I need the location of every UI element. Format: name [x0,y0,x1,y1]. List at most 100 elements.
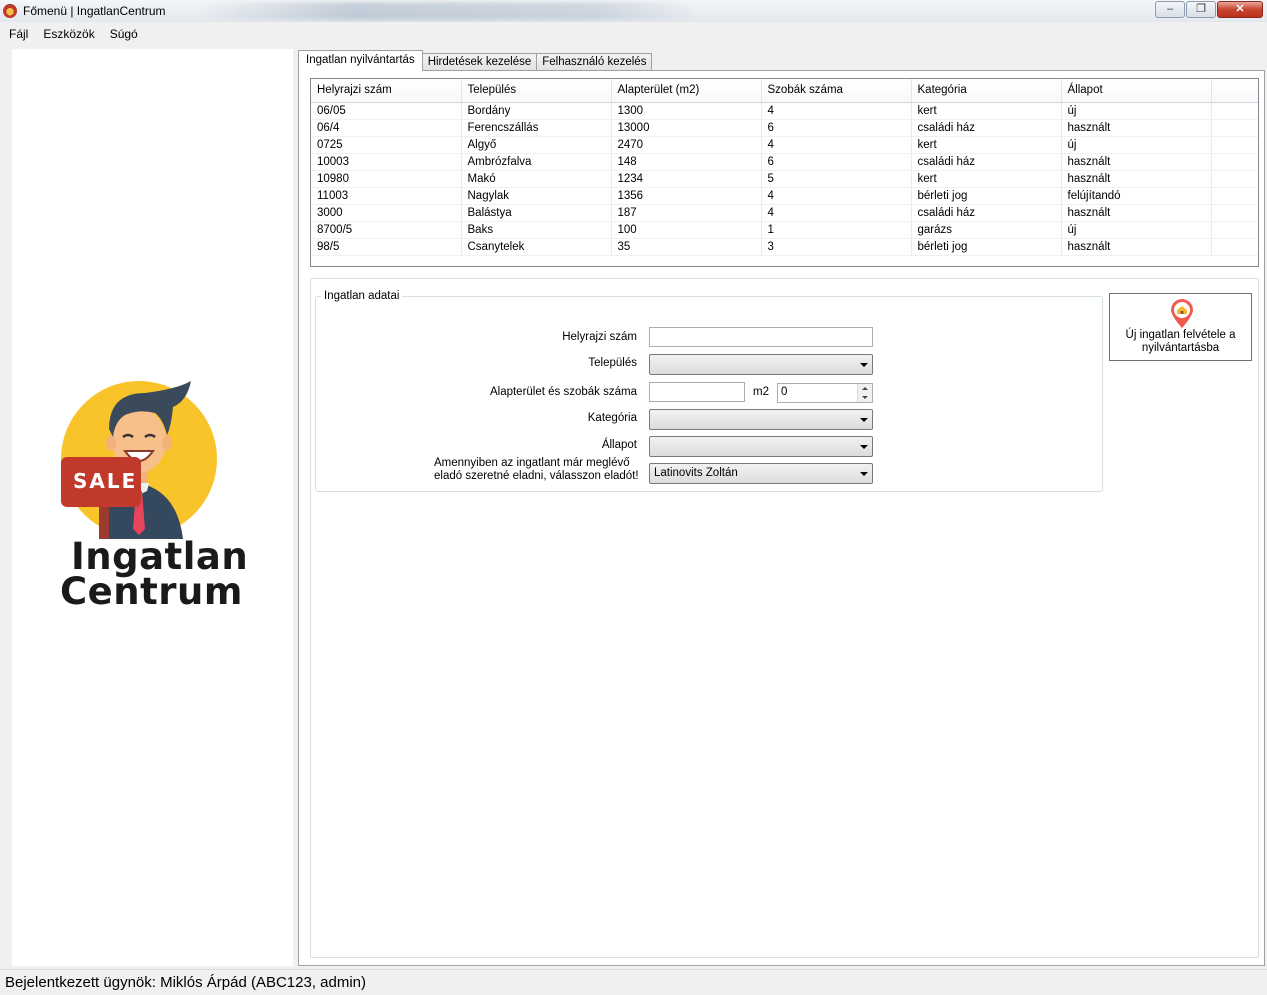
lot-number-input[interactable] [649,327,873,347]
sale-badge-text: SALE [73,469,138,493]
table-row[interactable]: 06/4 Ferencszállás 13000 6 családi ház haszná… [311,119,1258,137]
table-cell: új [1061,102,1212,120]
grid-body: 06/05 Bordány 1300 4 kert új 06/4 Ferencszállás… [311,102,1258,256]
settlement-combo[interactable] [649,354,873,375]
table-cell: 4 [761,187,912,205]
table-cell: garázs [911,221,1062,239]
table-row[interactable]: 3000 Balástya 187 4 családi ház használt [311,204,1258,222]
tab-property-registry[interactable]: Ingatlan nyilvántartás [298,50,423,71]
table-cell-filler [1211,102,1258,120]
rooms-stepper[interactable]: 0 [777,383,873,403]
minimize-button[interactable]: – [1155,1,1185,18]
close-button[interactable]: ✕ [1217,1,1263,18]
table-row[interactable]: 8700/5 Baks 100 1 garázs új [311,221,1258,239]
table-cell: 100 [611,221,762,239]
menu-bar: Fájl Eszközök Súgó [0,22,1267,46]
column-header[interactable]: Kategória [911,79,1062,103]
column-header[interactable]: Település [461,79,612,103]
tab-ads-management[interactable]: Hirdetések kezelése [421,53,538,71]
table-row[interactable]: 11003 Nagylak 1356 4 bérleti jog felújítandó [311,187,1258,205]
table-cell: 11003 [311,187,462,205]
seller-combo[interactable]: Latinovits Zoltán [649,463,873,484]
table-cell: használt [1061,153,1212,171]
table-cell: Algyő [461,136,612,154]
property-grid[interactable]: Helyrajzi szám Település Alapterület (m2… [310,78,1259,267]
table-cell: Nagylak [461,187,612,205]
column-header[interactable]: Alapterület (m2) [611,79,762,103]
salesman-logo-icon [61,381,217,539]
table-row[interactable]: 06/05 Bordány 1300 4 kert új [311,102,1258,120]
table-cell: felújítandó [1061,187,1212,205]
window-title: Főmenü | IngatlanCentrum [23,4,166,18]
table-row[interactable]: 98/5 Csanytelek 35 3 bérleti jog használt [311,238,1258,256]
menu-file[interactable]: Fájl [9,27,37,41]
table-cell: 2470 [611,136,762,154]
house-pin-icon [1171,299,1193,328]
tab-strip: Ingatlan nyilvántartás Hirdetések kezelé… [298,49,653,71]
table-cell: használt [1061,170,1212,188]
column-header[interactable]: Szobák száma [761,79,912,103]
area-rooms-label: Alapterület és szobák száma [489,386,637,398]
table-cell: Ferencszállás [461,119,612,137]
table-cell: 4 [761,204,912,222]
column-header[interactable]: Helyrajzi szám [311,79,462,103]
add-button-line-2: nyilvántartásba [1141,342,1220,354]
table-cell: Csanytelek [461,238,612,256]
table-row[interactable]: 0725 Algyő 2470 4 kert új [311,136,1258,154]
table-cell: 1234 [611,170,762,188]
app-icon [3,4,17,18]
chevron-down-icon [860,418,868,422]
category-label: Kategória [587,412,637,424]
status-bar: Bejelentkezett ügynök: Miklós Árpád (ABC… [0,969,1267,995]
table-cell: 4 [761,102,912,120]
table-cell: Balástya [461,204,612,222]
grid-header-row: Helyrajzi szám Település Alapterület (m2… [311,79,1258,103]
table-cell: kert [911,136,1062,154]
table-cell: családi ház [911,119,1062,137]
category-combo[interactable] [649,409,873,430]
table-cell: Baks [461,221,612,239]
window-controls: – ❐ ✕ [1155,1,1263,18]
rooms-value: 0 [781,386,788,398]
table-cell-filler [1211,204,1258,222]
table-cell: új [1061,221,1212,239]
table-cell-filler [1211,119,1258,137]
spin-down-icon[interactable] [858,393,872,402]
seller-label: Amennyiben az ingatlant már meglévő elad… [434,457,639,483]
tab-user-management[interactable]: Felhasználó kezelés [536,53,653,71]
table-cell: 10980 [311,170,462,188]
table-row[interactable]: 10003 Ambrózfalva 148 6 családi ház használt [311,153,1258,171]
maximize-button[interactable]: ❐ [1186,1,1216,18]
table-cell: 1 [761,221,912,239]
spin-up-icon[interactable] [858,384,872,393]
menu-tools[interactable]: Eszközök [37,27,103,41]
table-cell: Ambrózfalva [461,153,612,171]
table-cell: 4 [761,136,912,154]
rooms-spinner [857,384,872,402]
area-unit-label: m2 [753,386,769,398]
table-cell: használt [1061,119,1212,137]
condition-combo[interactable] [649,436,873,457]
table-cell: Bordány [461,102,612,120]
table-cell: 6 [761,153,912,171]
table-cell: 98/5 [311,238,462,256]
table-cell: 10003 [311,153,462,171]
settlement-label: Település [588,357,637,369]
table-cell: új [1061,136,1212,154]
area-input[interactable] [649,382,745,402]
table-cell: 8700/5 [311,221,462,239]
logo-panel: SALE Ingatlan Centrum [12,49,293,966]
chevron-down-icon [860,363,868,367]
table-cell: családi ház [911,153,1062,171]
add-property-button[interactable]: Új ingatlan felvétele a nyilvántartásba [1109,293,1252,361]
table-cell: 35 [611,238,762,256]
table-row[interactable]: 10980 Makó 1234 5 kert használt [311,170,1258,188]
brand-line-2: Centrum [60,570,243,613]
table-cell: 0725 [311,136,462,154]
table-cell-filler [1211,153,1258,171]
status-text: Bejelentkezett ügynök: Miklós Árpád (ABC… [5,974,367,991]
title-bar: Főmenü | IngatlanCentrum – ❐ ✕ [0,0,1267,22]
menu-help[interactable]: Súgó [104,27,147,41]
table-cell-filler [1211,221,1258,239]
column-header[interactable]: Állapot [1061,79,1212,103]
